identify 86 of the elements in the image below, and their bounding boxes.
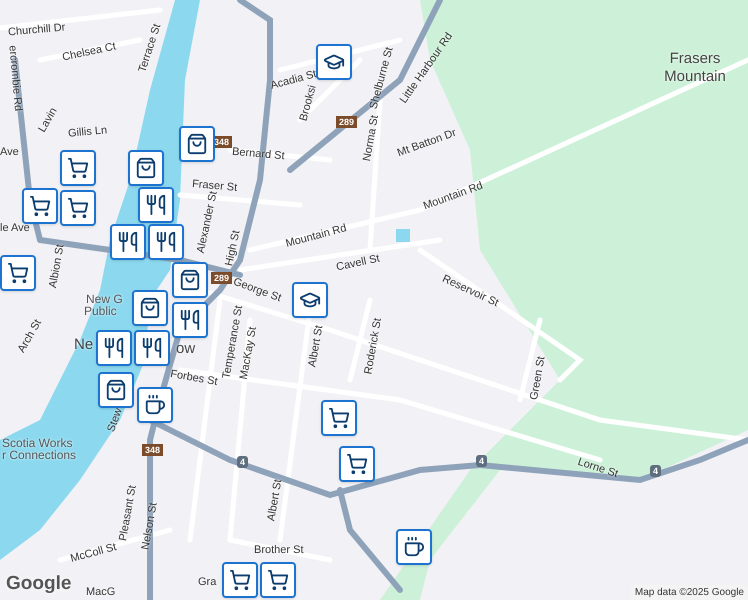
map-marker[interactable]: [148, 224, 184, 260]
highway-shield: 4: [650, 465, 662, 477]
map-marker[interactable]: [22, 188, 58, 224]
map-marker[interactable]: [396, 529, 432, 565]
street-label: Gillis Ln: [67, 123, 108, 142]
map-marker[interactable]: [0, 255, 36, 291]
street-label: Norma St: [360, 114, 382, 163]
street-label: MacG: [86, 585, 116, 600]
map-marker[interactable]: [339, 446, 375, 482]
street-label: Chelsea Ct: [60, 39, 118, 66]
pond-drawing: [396, 229, 410, 242]
map-marker[interactable]: [260, 562, 296, 598]
street-label: Albert St: [305, 324, 326, 368]
street-label: High St: [222, 228, 244, 268]
fork-knife-icon: [145, 194, 167, 216]
cart-icon: [67, 197, 89, 219]
highway-shield: 4: [237, 456, 248, 468]
bag-icon: [186, 133, 208, 155]
street-label: Alexander St: [194, 190, 221, 255]
street-label: MacKay St: [238, 326, 260, 381]
cart-icon: [346, 453, 368, 475]
map-marker[interactable]: [98, 372, 134, 408]
map-marker[interactable]: [222, 562, 258, 598]
street-label: Gra: [198, 575, 216, 590]
fork-knife-icon: [141, 337, 163, 359]
street-label: Stew: [104, 406, 126, 435]
cart-icon: [328, 407, 350, 429]
cup-icon: [144, 394, 166, 416]
street-label: le Ave: [0, 221, 30, 236]
map-marker[interactable]: [292, 282, 328, 318]
fork-knife-icon: [179, 309, 201, 331]
map-logo: Google: [6, 572, 72, 596]
place-label: ow: [176, 340, 196, 357]
street-label: Churchill Dr: [7, 20, 66, 40]
street-label: Lorne St: [575, 454, 620, 482]
street-label: Albert St: [264, 478, 286, 522]
cart-icon: [67, 157, 89, 179]
map-marker[interactable]: [96, 330, 132, 366]
map-marker[interactable]: [110, 224, 146, 260]
map-marker[interactable]: [60, 190, 96, 226]
cart-icon: [229, 569, 251, 591]
street-label: Albion St: [46, 243, 68, 290]
street-label: Cavell St: [334, 252, 382, 276]
fork-knife-icon: [155, 231, 177, 253]
street-label: Mountain Rd: [284, 221, 348, 252]
place-label: Frasers Mountain: [663, 50, 727, 86]
street-label: Pleasant St: [117, 484, 140, 542]
bag-icon: [179, 269, 201, 291]
map-marker[interactable]: [134, 330, 170, 366]
map-marker[interactable]: [179, 126, 215, 162]
highway-shield: 4: [476, 455, 488, 467]
fork-knife-icon: [117, 231, 139, 253]
street-label: Nelson St: [138, 501, 161, 552]
cart-icon: [29, 195, 51, 217]
map-marker[interactable]: [172, 302, 208, 338]
street-label: Roderick St: [361, 316, 386, 376]
street-label: Green St: [527, 355, 548, 402]
map-marker[interactable]: [128, 150, 164, 186]
street-label: Brother St: [254, 543, 304, 558]
street-label: McColl St: [68, 540, 118, 567]
route-shield: 289: [336, 116, 358, 128]
route-shield: 348: [142, 444, 164, 456]
bag-icon: [135, 157, 157, 179]
map-marker[interactable]: [132, 290, 168, 326]
street-label: George St: [230, 274, 284, 306]
bag-icon: [105, 379, 127, 401]
cup-icon: [403, 536, 425, 558]
cart-icon: [7, 262, 29, 284]
map-marker[interactable]: [137, 387, 173, 423]
poi-label: Scotia Works: [2, 435, 72, 450]
map-marker[interactable]: [316, 44, 352, 80]
street-label: ercrombie Rd: [5, 44, 26, 112]
bag-icon: [139, 297, 161, 319]
cart-icon: [267, 569, 289, 591]
street-label: Bernard St: [231, 144, 286, 164]
fork-knife-icon: [103, 337, 125, 359]
street-label: Forbes St: [168, 366, 219, 390]
street-label: Mt Batton Dr: [395, 126, 459, 162]
map-marker[interactable]: [172, 262, 208, 298]
map-marker[interactable]: [321, 400, 357, 436]
street-label: Ave: [0, 145, 19, 160]
poi-label: r Connections: [2, 448, 76, 464]
route-shield: 289: [211, 272, 232, 284]
map-marker[interactable]: [60, 150, 96, 186]
map-marker[interactable]: [138, 187, 174, 223]
street-label: Terrace St: [135, 22, 164, 75]
